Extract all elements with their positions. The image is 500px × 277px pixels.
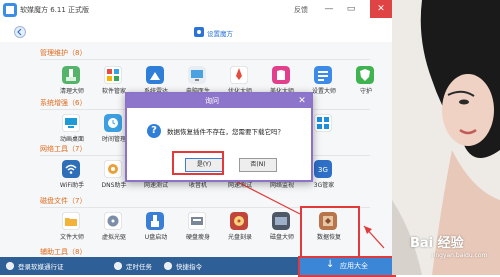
settings-master-icon — [314, 66, 332, 84]
tool-guard[interactable]: 守护 — [346, 66, 386, 96]
question-icon: ? — [147, 124, 161, 138]
shirt-icon — [272, 66, 290, 84]
back-icon[interactable] — [14, 26, 26, 38]
doctor-icon — [188, 66, 206, 84]
settings-link[interactable]: 设置魔方 — [207, 28, 233, 38]
svg-text:3G: 3G — [318, 166, 328, 174]
highlight-box-yes — [172, 151, 224, 175]
tool-label: WiFi助手 — [59, 182, 85, 189]
shortcut-icon — [164, 262, 172, 270]
main-window: 软媒魔方 6.11 正式版 反馈 — ▭ ✕ 设置魔方 管理维护（8） 清理大师… — [0, 0, 396, 277]
tool-label: 虚拟光驱 — [101, 234, 126, 241]
wifi-icon — [62, 160, 80, 178]
dialog-close-button[interactable]: ✕ — [295, 94, 309, 108]
clock-icon — [104, 114, 122, 132]
software-manager-icon — [104, 66, 122, 84]
scheduled-tasks-link[interactable]: 定时任务 — [126, 261, 152, 271]
usb-icon — [146, 212, 164, 230]
close-button[interactable]: ✕ — [370, 0, 392, 18]
folder-icon — [62, 212, 80, 230]
tool-wifi[interactable]: WiFi助手 — [52, 160, 92, 190]
rocket-icon — [230, 66, 248, 84]
tool-label: 动画桌面 — [59, 136, 84, 143]
section-divider — [40, 59, 370, 60]
settings-icon — [194, 27, 204, 37]
tool-label: U盘启动 — [144, 234, 168, 241]
shortcut-link[interactable]: 快捷指令 — [176, 261, 202, 271]
no-button[interactable]: 否(N) — [239, 158, 277, 172]
tool-file[interactable]: 文件大师 — [52, 212, 92, 242]
user-icon — [6, 262, 14, 270]
tool-vdrive[interactable]: 虚拟光驱 — [94, 212, 134, 242]
section-header-enhance: 系统增强（6） — [40, 99, 87, 107]
subheader: 设置魔方 — [0, 22, 392, 42]
burn-disc-icon — [230, 212, 248, 230]
tool-usb[interactable]: U盘启动 — [136, 212, 176, 242]
highlight-box-apps-all — [298, 256, 396, 277]
tool-desktop[interactable]: 动画桌面 — [52, 114, 92, 144]
tool-label: 光盘刻录 — [227, 234, 252, 241]
tool-label: 文件大师 — [59, 234, 84, 241]
3g-icon: 3G — [314, 160, 332, 178]
timer-icon — [114, 262, 122, 270]
watermark: Bai 经验 — [410, 236, 464, 251]
minimize-button[interactable]: — — [320, 0, 338, 18]
login-link[interactable]: 登录软媒通行证 — [18, 261, 64, 271]
highlight-box-recovery — [300, 206, 360, 260]
restore-button[interactable]: ▭ — [342, 0, 360, 18]
section-header-manage: 管理维护（8） — [40, 49, 87, 57]
dialog-message: 数据恢复插件不存在，您需要下载它吗？ — [167, 128, 284, 136]
window-title: 软媒魔方 6.11 正式版 — [20, 6, 90, 14]
desktop-icon — [62, 114, 80, 132]
broom-icon — [62, 66, 80, 84]
section-header-disk: 磁盘文件（7） — [40, 197, 87, 205]
tool-burn[interactable]: 光盘刻录 — [220, 212, 260, 242]
radar-icon — [146, 66, 164, 84]
tool-label: 清理大师 — [59, 88, 84, 95]
dialog-title: 询问 — [205, 97, 219, 105]
windows-icon — [314, 114, 332, 132]
dialog-title-bar — [127, 94, 311, 108]
tool-slim[interactable]: 硬盘瘦身 — [178, 212, 218, 242]
tool-diskmaster[interactable]: 磁盘大师 — [262, 212, 302, 242]
tool-label: 守护 — [359, 88, 372, 95]
dns-icon — [104, 160, 122, 178]
section-header-aux: 辅助工具（8） — [40, 248, 87, 256]
title-bar: 软媒魔方 6.11 正式版 反馈 — ▭ ✕ — [0, 0, 392, 22]
tool-label: 磁盘大师 — [269, 234, 294, 241]
disk-slim-icon — [188, 212, 206, 230]
disc-icon — [104, 212, 122, 230]
app-logo-icon — [3, 3, 17, 17]
tool-label: 硬盘瘦身 — [185, 234, 210, 241]
watermark-url: jingyan.baidu.com — [432, 252, 488, 259]
tool-clean[interactable]: 清理大师 — [52, 66, 92, 96]
shield-icon — [356, 66, 374, 84]
section-header-network: 网络工具（7） — [40, 145, 87, 153]
disk-master-icon — [272, 212, 290, 230]
feedback-link[interactable]: 反馈 — [294, 5, 308, 15]
